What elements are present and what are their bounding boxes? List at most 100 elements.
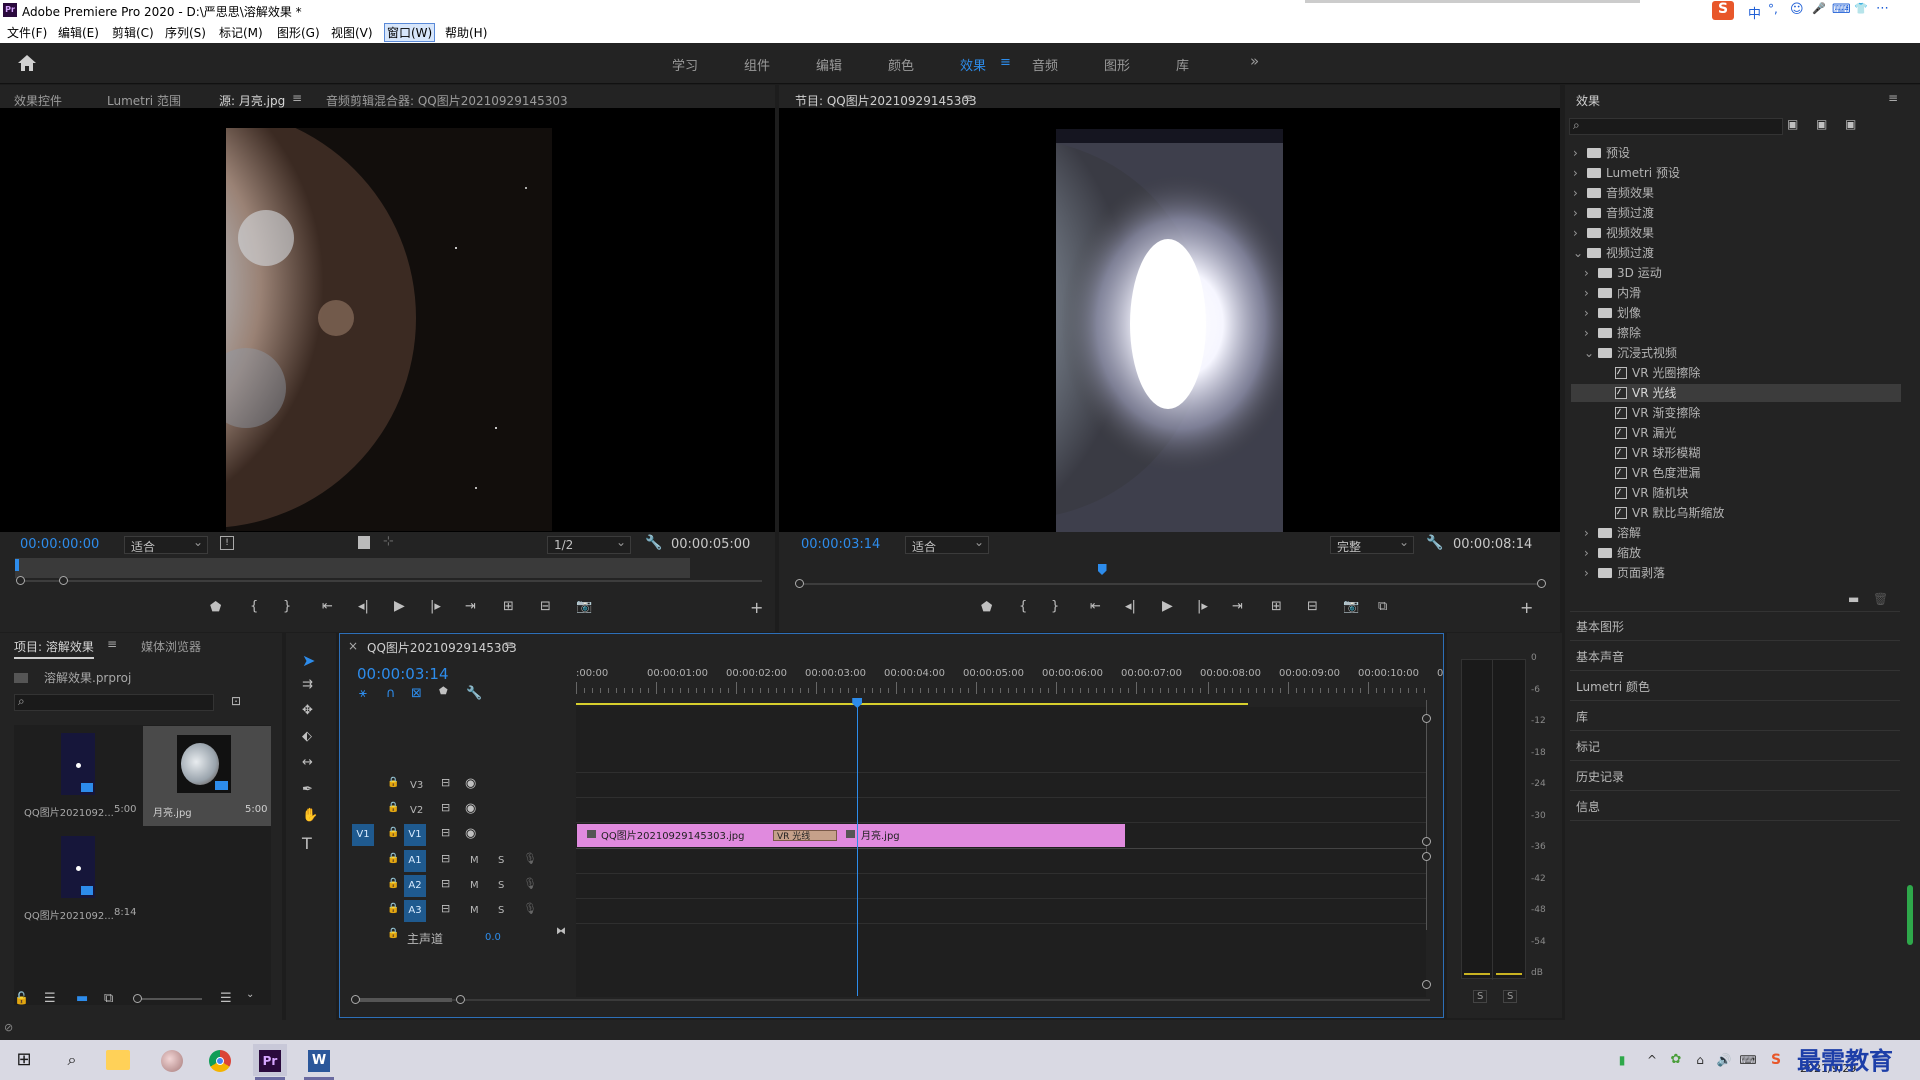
sync-lock-icon[interactable]: ⊟ [441,902,450,915]
source-wrench-icon[interactable]: 🔧 [645,535,662,551]
timeline-add-marker-icon[interactable]: ⬟ [439,686,448,697]
effects-folder[interactable]: › 页面剥落 [1573,564,1665,584]
hand-tool-icon[interactable]: ✋ [302,808,318,823]
effects-search-input[interactable]: ⌕ [1569,118,1783,135]
program-add-button-icon[interactable]: + [1520,598,1533,617]
source-step-back-icon[interactable]: ◂| [358,599,369,614]
program-time-ruler[interactable] [794,562,1544,570]
workspace-effects[interactable]: 效果 [960,55,986,74]
work-area-bar[interactable] [576,703,1248,705]
chevron-right-icon[interactable]: › [1573,226,1583,240]
effects-panel-menu-icon[interactable]: ≡ [1888,91,1898,105]
nest-icon[interactable]: ⚹ [359,686,367,701]
vertical-zoom-handle[interactable] [1422,714,1431,723]
program-export-frame-icon[interactable]: 📷 [1343,599,1359,614]
effects-folder[interactable]: › 视频效果 [1573,224,1654,244]
workspace-color[interactable]: 颜色 [888,55,914,74]
source-go-to-in-icon[interactable]: ⇤ [322,599,333,614]
effects-folder[interactable]: ⌄ 视频过渡 [1573,244,1654,264]
timeline-settings-icon[interactable]: 🔧 [466,686,482,701]
eye-icon[interactable]: ◉ [465,801,476,816]
type-tool-icon[interactable]: T [302,834,312,853]
lock-icon[interactable]: 🔒 [387,853,399,864]
source-settings-icon[interactable] [358,536,370,549]
chrome-icon[interactable] [204,1044,236,1076]
effects-folder[interactable]: › 3D 运动 [1573,264,1662,284]
program-step-back-icon[interactable]: ◂| [1125,599,1136,614]
timeline-timecode[interactable]: 00:00:03:14 [357,665,449,683]
track-v1-label[interactable]: V1 [404,824,426,846]
new-custom-bin-icon[interactable]: ▬ [1848,592,1859,606]
horizontal-scrollbar[interactable] [352,999,1430,1001]
chevron-right-icon[interactable]: › [1573,146,1583,160]
sogou-ime-icon[interactable]: S [1712,1,1734,20]
eye-icon[interactable]: ◉ [465,776,476,791]
effects-folder[interactable]: › Lumetri 预设 [1573,164,1680,184]
program-play-icon[interactable]: ▶ [1162,598,1173,614]
effects-item[interactable]: VR 球形模糊 [1573,444,1700,464]
moon-photo-app-icon[interactable] [156,1044,188,1076]
effects-folder[interactable]: › 缩放 [1573,544,1641,564]
program-tab-menu-icon[interactable]: ≡ [963,91,973,105]
program-lift-icon[interactable]: ⊞ [1271,599,1282,614]
freeform-view-icon[interactable]: ⧉ [104,991,113,1006]
program-timecode[interactable]: 00:00:03:14 [801,537,880,552]
delete-custom-item-icon[interactable]: 🗑 [1873,592,1888,606]
icon-view-icon[interactable]: ▬ [76,991,88,1006]
file-explorer-icon[interactable] [106,1050,130,1070]
chevron-right-icon[interactable]: › [1584,566,1594,580]
ime-more-icon[interactable]: ⋯ [1876,1,1889,16]
battery-tray-icon[interactable]: ▮ [1606,1044,1638,1076]
chevron-down-icon[interactable]: ⌄ [1573,246,1583,260]
thumbnail-size-slider[interactable] [136,998,202,1000]
vertical-zoom-handle[interactable] [1422,852,1431,861]
mute-toggle[interactable]: M [470,905,479,916]
track-v3-label[interactable]: V3 [410,780,423,791]
ripple-edit-tool-icon[interactable]: ✥ [302,703,313,718]
program-go-to-out-icon[interactable]: ⇥ [1232,599,1243,614]
linked-selection-icon[interactable]: ⊠ [411,686,422,701]
list-view-icon[interactable]: ☰ [44,991,56,1006]
vertical-zoom-handle[interactable] [1422,837,1431,846]
chevron-right-icon[interactable]: › [1573,166,1583,180]
tab-program-monitor[interactable]: 节目: QQ图片20210929145303 [795,92,977,109]
pen-tool-icon[interactable]: ✒ [302,782,313,797]
master-go-to-end-icon[interactable]: ⧓ [556,926,566,937]
chevron-right-icon[interactable]: › [1573,186,1583,200]
source-zoom-handle-left[interactable] [16,576,25,585]
source-timecode[interactable]: 00:00:00:00 [20,537,99,552]
razor-tool-icon[interactable]: ⬖ [302,729,312,744]
accelerated-effects-icon[interactable]: ▣ [1787,117,1798,131]
project-tab-menu-icon[interactable]: ≡ [107,637,117,651]
effects-item[interactable]: VR 渐变擦除 [1573,404,1700,424]
horizontal-zoom-handle-left[interactable] [351,995,360,1004]
source-mark-out-icon[interactable]: } [283,599,291,614]
source-add-marker-icon[interactable]: ⬟ [210,600,221,615]
mute-toggle[interactable]: M [470,855,479,866]
eye-icon[interactable]: ◉ [465,826,476,841]
ime-skin-icon[interactable]: 👕 [1854,2,1868,15]
meter-solo-left[interactable]: S [1473,990,1488,1003]
workspace-audio[interactable]: 音频 [1032,55,1058,74]
track-select-tool-icon[interactable]: ⇉ [302,677,313,692]
panel-scrollbar[interactable] [1907,885,1913,945]
chevron-right-icon[interactable]: › [1584,266,1594,280]
sync-lock-icon[interactable]: ⊟ [441,801,450,814]
program-zoom-bar[interactable] [799,583,1542,585]
mute-toggle[interactable]: M [470,880,479,891]
source-playhead[interactable] [15,559,19,571]
voice-over-record-icon[interactable]: 🎙 [523,877,537,890]
timeline-sequence-tab[interactable]: QQ图片20210929145303 [367,639,517,656]
source-add-button-icon[interactable]: + [750,598,763,617]
timeline-ruler[interactable]: :00:00 00:00:01:00 00:00:02:00 00:00:03:00 0… [576,666,1443,696]
source-insert-button-icon[interactable]: ⊞ [503,599,514,614]
chevron-right-icon[interactable]: › [1584,326,1594,340]
effects-item[interactable]: VR 色度泄漏 [1573,464,1700,484]
tab-audio-clip-mixer[interactable]: 音频剪辑混合器: QQ图片20210929145303 [326,92,568,109]
vertical-zoom-handle[interactable] [1422,980,1431,989]
meter-solo-right[interactable]: S [1503,990,1518,1003]
effects-folder[interactable]: › 音频效果 [1573,184,1654,204]
source-go-to-out-icon[interactable]: ⇥ [465,599,476,614]
project-item-moon[interactable]: 月亮.jpg 5:00 [143,726,271,826]
sync-lock-icon[interactable]: ⊟ [441,776,450,789]
